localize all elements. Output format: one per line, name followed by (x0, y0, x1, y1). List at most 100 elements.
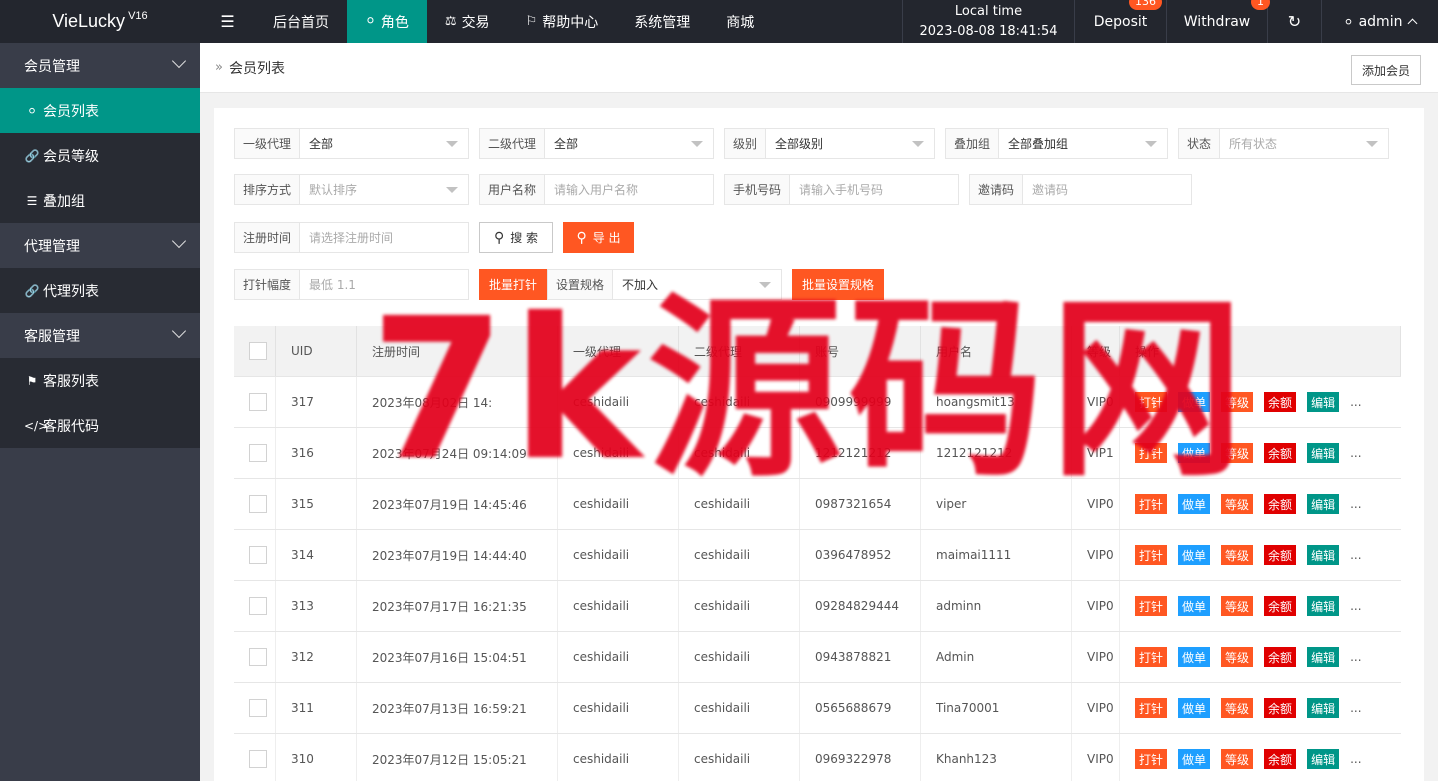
edit-button[interactable]: 编辑 (1307, 749, 1340, 769)
level-button[interactable]: 等级 (1221, 545, 1254, 565)
refresh-button[interactable]: ↻ (1268, 0, 1322, 43)
sidebar-item-service-code[interactable]: </> 客服代码 (0, 403, 200, 448)
agent1-select[interactable]: 全部 (300, 129, 468, 158)
sidebar-item-member-level[interactable]: 🔗 会员等级 (0, 133, 200, 178)
sort-filter[interactable]: 排序方式 默认排序 (234, 174, 469, 205)
phone-filter[interactable]: 手机号码 请输入手机号码 (724, 174, 959, 205)
edit-button[interactable]: 编辑 (1307, 443, 1340, 463)
invite-input[interactable]: 邀请码 (1023, 175, 1191, 204)
level-filter[interactable]: 级别 全部级别 (724, 128, 935, 159)
level-button[interactable]: 等级 (1221, 596, 1254, 616)
nav-mall[interactable]: 商城 (708, 0, 772, 43)
more-actions-button[interactable]: ... (1350, 497, 1361, 511)
balance-button[interactable]: 余额 (1264, 596, 1297, 616)
balance-button[interactable]: 余额 (1264, 647, 1297, 667)
row-checkbox[interactable] (249, 444, 267, 462)
balance-button[interactable]: 余额 (1264, 392, 1297, 412)
row-checkbox[interactable] (249, 495, 267, 513)
edit-button[interactable]: 编辑 (1307, 698, 1340, 718)
regtime-filter[interactable]: 注册时间 请选择注册时间 (234, 222, 469, 253)
edit-button[interactable]: 编辑 (1307, 545, 1340, 565)
edit-button[interactable]: 编辑 (1307, 596, 1340, 616)
username-input[interactable]: 请输入用户名称 (545, 175, 713, 204)
export-button-label: 导 出 (592, 231, 621, 245)
stack-filter[interactable]: 叠加组 全部叠加组 (945, 128, 1168, 159)
inject-button[interactable]: 打针 (1135, 647, 1168, 667)
order-button[interactable]: 做单 (1178, 596, 1211, 616)
edit-button[interactable]: 编辑 (1307, 494, 1340, 514)
edit-button[interactable]: 编辑 (1307, 647, 1340, 667)
sidebar-item-agent-list[interactable]: 🔗 代理列表 (0, 268, 200, 313)
order-button[interactable]: 做单 (1178, 647, 1211, 667)
level-button[interactable]: 等级 (1221, 698, 1254, 718)
balance-button[interactable]: 余额 (1264, 494, 1297, 514)
edit-button[interactable]: 编辑 (1307, 392, 1340, 412)
users-icon: ⚑ (26, 373, 38, 388)
cell-agent2: ceshidaili (679, 734, 800, 781)
inject-button[interactable]: 打针 (1135, 749, 1168, 769)
nav-home[interactable]: 后台首页 (255, 0, 347, 43)
username-filter[interactable]: 用户名称 请输入用户名称 (479, 174, 714, 205)
row-checkbox[interactable] (249, 699, 267, 717)
status-select[interactable]: 所有状态 (1220, 129, 1388, 158)
export-button[interactable]: ⚲ 导 出 (563, 222, 634, 253)
regtime-input[interactable]: 请选择注册时间 (300, 223, 468, 252)
scale-icon: ⚖ (444, 14, 457, 29)
stack-select[interactable]: 全部叠加组 (999, 129, 1167, 158)
sidebar-item-stack-group[interactable]: ☰ 叠加组 (0, 178, 200, 223)
inject-button[interactable]: 打针 (1135, 698, 1168, 718)
level-select[interactable]: 全部级别 (766, 129, 934, 158)
sidebar-item-member-list[interactable]: ⚪ 会员列表 (0, 88, 200, 133)
logo[interactable]: VieLucky V16 (0, 0, 200, 43)
status-label: 状态 (1179, 129, 1220, 158)
row-checkbox[interactable] (249, 393, 267, 411)
deposit-button[interactable]: Deposit 136 (1075, 0, 1167, 43)
more-actions-button[interactable]: ... (1350, 752, 1361, 766)
sidebar-group-member[interactable]: 会员管理 (0, 43, 200, 88)
withdraw-button[interactable]: Withdraw 1 (1167, 0, 1270, 43)
invite-filter[interactable]: 邀请码 邀请码 (969, 174, 1192, 205)
status-filter[interactable]: 状态 所有状态 (1178, 128, 1389, 159)
agent2-filter[interactable]: 二级代理 全部 (479, 128, 714, 159)
local-time: Local time 2023-08-08 18:41:54 (902, 0, 1075, 43)
more-actions-button[interactable]: ... (1350, 599, 1361, 613)
order-button[interactable]: 做单 (1178, 698, 1211, 718)
balance-button[interactable]: 余额 (1264, 698, 1297, 718)
sidebar-group-service[interactable]: 客服管理 (0, 313, 200, 358)
row-checkbox[interactable] (249, 546, 267, 564)
inject-button[interactable]: 打针 (1135, 596, 1168, 616)
select-all-checkbox[interactable] (249, 342, 267, 360)
balance-button[interactable]: 余额 (1264, 749, 1297, 769)
row-checkbox[interactable] (249, 750, 267, 768)
row-checkbox[interactable] (249, 597, 267, 615)
add-member-button[interactable]: 添加会员 (1350, 55, 1421, 85)
order-button[interactable]: 做单 (1178, 749, 1211, 769)
balance-button[interactable]: 余额 (1264, 545, 1297, 565)
agent1-filter[interactable]: 一级代理 全部 (234, 128, 469, 159)
menu-toggle-button[interactable]: ☰ (200, 0, 255, 43)
more-actions-button[interactable]: ... (1350, 548, 1361, 562)
inject-button[interactable]: 打针 (1135, 545, 1168, 565)
phone-input[interactable]: 请输入手机号码 (790, 175, 958, 204)
row-checkbox[interactable] (249, 648, 267, 666)
more-actions-button[interactable]: ... (1350, 446, 1361, 460)
order-button[interactable]: 做单 (1178, 545, 1211, 565)
balance-button[interactable]: 余额 (1264, 443, 1297, 463)
level-button[interactable]: 等级 (1221, 749, 1254, 769)
nav-role[interactable]: ⚪ 角色 (347, 0, 427, 43)
nav-trade[interactable]: ⚖ 交易 (427, 0, 508, 43)
agent2-select[interactable]: 全部 (545, 129, 713, 158)
sidebar: 会员管理 ⚪ 会员列表 🔗 会员等级 ☰ 叠加组 代理管理 🔗 代理列表 客服管理 ⚑ 客… (0, 43, 200, 781)
sidebar-item-service-list[interactable]: ⚑ 客服列表 (0, 358, 200, 403)
more-actions-button[interactable]: ... (1350, 701, 1361, 715)
level-button[interactable]: 等级 (1221, 647, 1254, 667)
column-header-uid[interactable]: UID (276, 326, 357, 376)
search-button[interactable]: ⚲ 搜 索 (479, 222, 553, 253)
more-actions-button[interactable]: ... (1350, 395, 1361, 409)
nav-system[interactable]: 系统管理 (616, 0, 708, 43)
sort-select[interactable]: 默认排序 (300, 175, 468, 204)
nav-help[interactable]: ⚐ 帮助中心 (508, 0, 617, 43)
sidebar-group-agent[interactable]: 代理管理 (0, 223, 200, 268)
user-menu[interactable]: ⚪ admin (1322, 0, 1438, 43)
more-actions-button[interactable]: ... (1350, 650, 1361, 664)
